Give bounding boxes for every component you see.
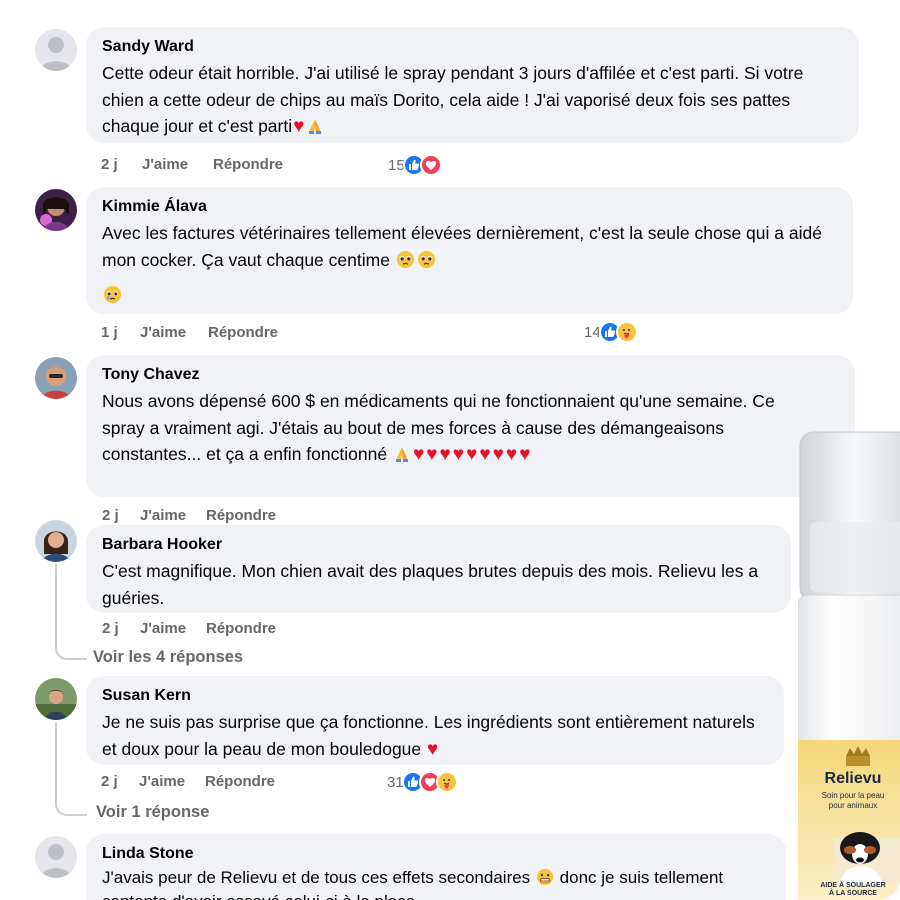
comment-text: Cette odeur était horrible. J'ai utilisé… bbox=[102, 60, 845, 143]
reply-thread-line bbox=[55, 722, 87, 816]
comment-text: Avec les factures vétérinaires tellement… bbox=[102, 220, 839, 276]
red-heart-emoji: ♥ bbox=[439, 444, 451, 465]
comment-bubble: Kimmie Álava Avec les factures vétérinai… bbox=[86, 187, 853, 314]
red-heart-emoji: ♥ bbox=[427, 738, 439, 760]
comment-bubble: Barbara Hooker C'est magnifique. Mon chi… bbox=[86, 525, 791, 613]
product-subtitle: Soin pour la peau pour animaux bbox=[798, 791, 900, 811]
comment-bubble: Tony Chavez Nous avons dépensé 600 $ en … bbox=[86, 355, 855, 497]
praying-hands-emoji bbox=[306, 116, 324, 143]
avatar-default[interactable] bbox=[35, 29, 77, 71]
like-button[interactable]: J'aime bbox=[139, 772, 185, 792]
avatar-susan[interactable] bbox=[35, 678, 77, 720]
grimacing-face-emoji bbox=[536, 868, 554, 891]
reply-button[interactable]: Répondre bbox=[213, 155, 283, 175]
comment-actions: 2 j J'aime Répondre bbox=[101, 772, 401, 792]
reaction-summary[interactable]: 15 bbox=[388, 153, 442, 177]
comment-text: Je ne suis pas surprise que ça fonctionn… bbox=[102, 712, 755, 760]
comment-actions: 2 j J'aime Répondre bbox=[102, 619, 402, 639]
like-button[interactable]: J'aime bbox=[142, 155, 188, 175]
comment-bubble: Linda Stone J'avais peur de Relievu et d… bbox=[86, 834, 786, 900]
love-reaction-icon bbox=[419, 154, 442, 176]
comment-bubble: Susan Kern Je ne suis pas surprise que ç… bbox=[86, 676, 784, 765]
comment-author[interactable]: Linda Stone bbox=[102, 844, 772, 864]
relievu-product-image: Relievu Soin pour la peau pour animaux A… bbox=[797, 430, 900, 900]
care-reaction-icon bbox=[435, 771, 458, 793]
care-reaction-icon bbox=[615, 321, 638, 343]
comment-time[interactable]: 2 j bbox=[101, 772, 118, 792]
comment-bubble: Sandy Ward Cette odeur était horrible. J… bbox=[86, 27, 859, 143]
comment-text: Nous avons dépensé 600 $ en médicaments … bbox=[102, 388, 802, 471]
view-replies-link[interactable]: Voir 1 réponse bbox=[96, 803, 209, 822]
avatar-tony[interactable] bbox=[35, 357, 77, 399]
comment-author[interactable]: Kimmie Álava bbox=[102, 197, 839, 217]
pleading-face-emoji bbox=[396, 250, 415, 277]
red-heart-emoji: ♥ bbox=[479, 444, 491, 465]
reaction-summary[interactable]: 31 bbox=[387, 770, 458, 794]
red-heart-emoji: ♥ bbox=[466, 444, 478, 465]
comment-time[interactable]: 2 j bbox=[102, 506, 119, 526]
comment-actions: 1 j J'aime Répondre bbox=[101, 323, 401, 343]
product-subtitle-line1: Soin pour la peau bbox=[821, 791, 885, 800]
crying-face-emoji bbox=[103, 285, 122, 311]
comment-author[interactable]: Sandy Ward bbox=[102, 37, 845, 57]
product-footer-line1: AIDE À SOULAGER bbox=[820, 882, 886, 889]
praying-hands-emoji bbox=[393, 444, 411, 471]
product-footer: AIDE À SOULAGER À LA SOURCE bbox=[798, 882, 900, 898]
comment-author[interactable]: Barbara Hooker bbox=[102, 535, 777, 555]
reply-button[interactable]: Répondre bbox=[205, 772, 275, 792]
like-button[interactable]: J'aime bbox=[140, 323, 186, 343]
pleading-face-emoji bbox=[417, 250, 436, 277]
red-heart-emoji: ♥ bbox=[293, 116, 305, 137]
product-brand: Relievu bbox=[824, 770, 882, 787]
comment-author[interactable]: Susan Kern bbox=[102, 686, 770, 706]
avatar-kimmie[interactable] bbox=[35, 189, 77, 231]
comment-text: J'avais peur de Relievu et de tous ces e… bbox=[102, 867, 772, 900]
comment-actions: 2 j J'aime Répondre bbox=[101, 155, 401, 175]
red-heart-emoji: ♥ bbox=[426, 444, 438, 465]
comment-time[interactable]: 2 j bbox=[101, 155, 118, 175]
reaction-summary[interactable]: 14 bbox=[584, 320, 638, 344]
comment-time[interactable]: 1 j bbox=[101, 323, 118, 343]
reply-button[interactable]: Répondre bbox=[206, 619, 276, 639]
view-replies-link[interactable]: Voir les 4 réponses bbox=[93, 648, 243, 667]
comment-time[interactable]: 2 j bbox=[102, 619, 119, 639]
reply-button[interactable]: Répondre bbox=[206, 506, 276, 526]
like-button[interactable]: J'aime bbox=[140, 506, 186, 526]
comment-author[interactable]: Tony Chavez bbox=[102, 365, 841, 385]
red-heart-emoji: ♥ bbox=[505, 444, 518, 465]
reply-button[interactable]: Répondre bbox=[208, 323, 278, 343]
product-subtitle-line2: pour animaux bbox=[828, 801, 878, 810]
comment-emoji-line bbox=[102, 282, 839, 311]
comment-actions: 2 j J'aime Répondre bbox=[102, 506, 402, 526]
red-heart-emoji: ♥ bbox=[492, 444, 504, 465]
avatar-barbara[interactable] bbox=[35, 520, 77, 562]
red-heart-emoji: ♥ bbox=[412, 444, 425, 465]
product-footer-line2: À LA SOURCE bbox=[829, 890, 877, 897]
avatar-default[interactable] bbox=[35, 836, 77, 878]
comments-panel: Sandy Ward Cette odeur était horrible. J… bbox=[0, 0, 900, 900]
comment-text: C'est magnifique. Mon chien avait des pl… bbox=[102, 561, 759, 608]
reply-thread-line bbox=[55, 564, 87, 660]
red-heart-emoji: ♥ bbox=[452, 444, 465, 465]
red-heart-emoji: ♥ bbox=[519, 444, 531, 465]
like-button[interactable]: J'aime bbox=[140, 619, 186, 639]
